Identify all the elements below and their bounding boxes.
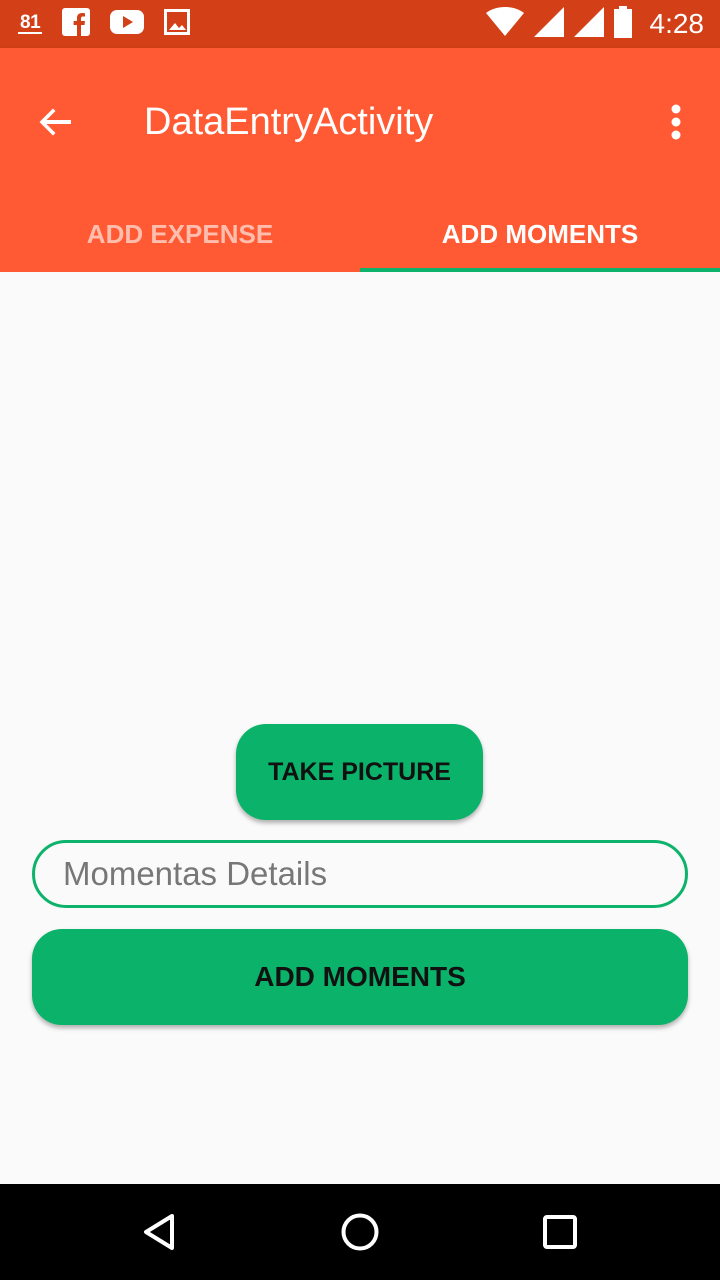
battery-icon	[613, 5, 632, 43]
back-button[interactable]	[28, 94, 84, 150]
moments-form: TAKE PICTURE ADD MOMENTS	[0, 272, 720, 1184]
status-bar: 81 4:28	[0, 0, 720, 48]
nav-recents-button[interactable]	[530, 1202, 590, 1262]
more-vert-icon	[671, 104, 681, 140]
recents-square-icon	[543, 1215, 577, 1249]
back-triangle-icon	[144, 1214, 174, 1250]
status-time: 4:28	[649, 8, 705, 39]
facebook-icon	[62, 7, 91, 41]
wifi-icon	[485, 6, 524, 42]
status-right-icons: 4:28	[485, 5, 705, 43]
add-moments-button[interactable]: ADD MOMENTS	[32, 929, 688, 1025]
toolbar: DataEntryActivity	[0, 48, 720, 196]
calendar-81-icon: 81	[18, 12, 43, 34]
page-title: DataEntryActivity	[144, 101, 434, 143]
nav-home-button[interactable]	[330, 1202, 390, 1262]
tab-add-moments[interactable]: ADD MOMENTS	[360, 196, 720, 272]
gallery-icon	[164, 8, 191, 40]
signal-icon	[573, 6, 604, 42]
tab-label: ADD MOMENTS	[441, 218, 639, 249]
nav-back-button[interactable]	[130, 1202, 190, 1262]
moments-details-input[interactable]	[32, 840, 688, 908]
tab-label: ADD EXPENSE	[86, 218, 274, 249]
youtube-icon	[110, 9, 145, 39]
status-left-icons: 81	[18, 7, 191, 41]
more-options-button[interactable]	[650, 94, 702, 150]
navigation-bar	[0, 1184, 720, 1280]
home-circle-icon	[341, 1213, 379, 1251]
take-picture-button[interactable]: TAKE PICTURE	[236, 724, 483, 820]
tab-bar: ADD EXPENSE ADD MOMENTS	[0, 196, 720, 272]
app-bar: DataEntryActivity ADD EXPENSE ADD MOMENT…	[0, 48, 720, 272]
signal-icon	[533, 6, 564, 42]
tab-add-expense[interactable]: ADD EXPENSE	[0, 196, 360, 272]
arrow-back-icon	[39, 108, 71, 136]
